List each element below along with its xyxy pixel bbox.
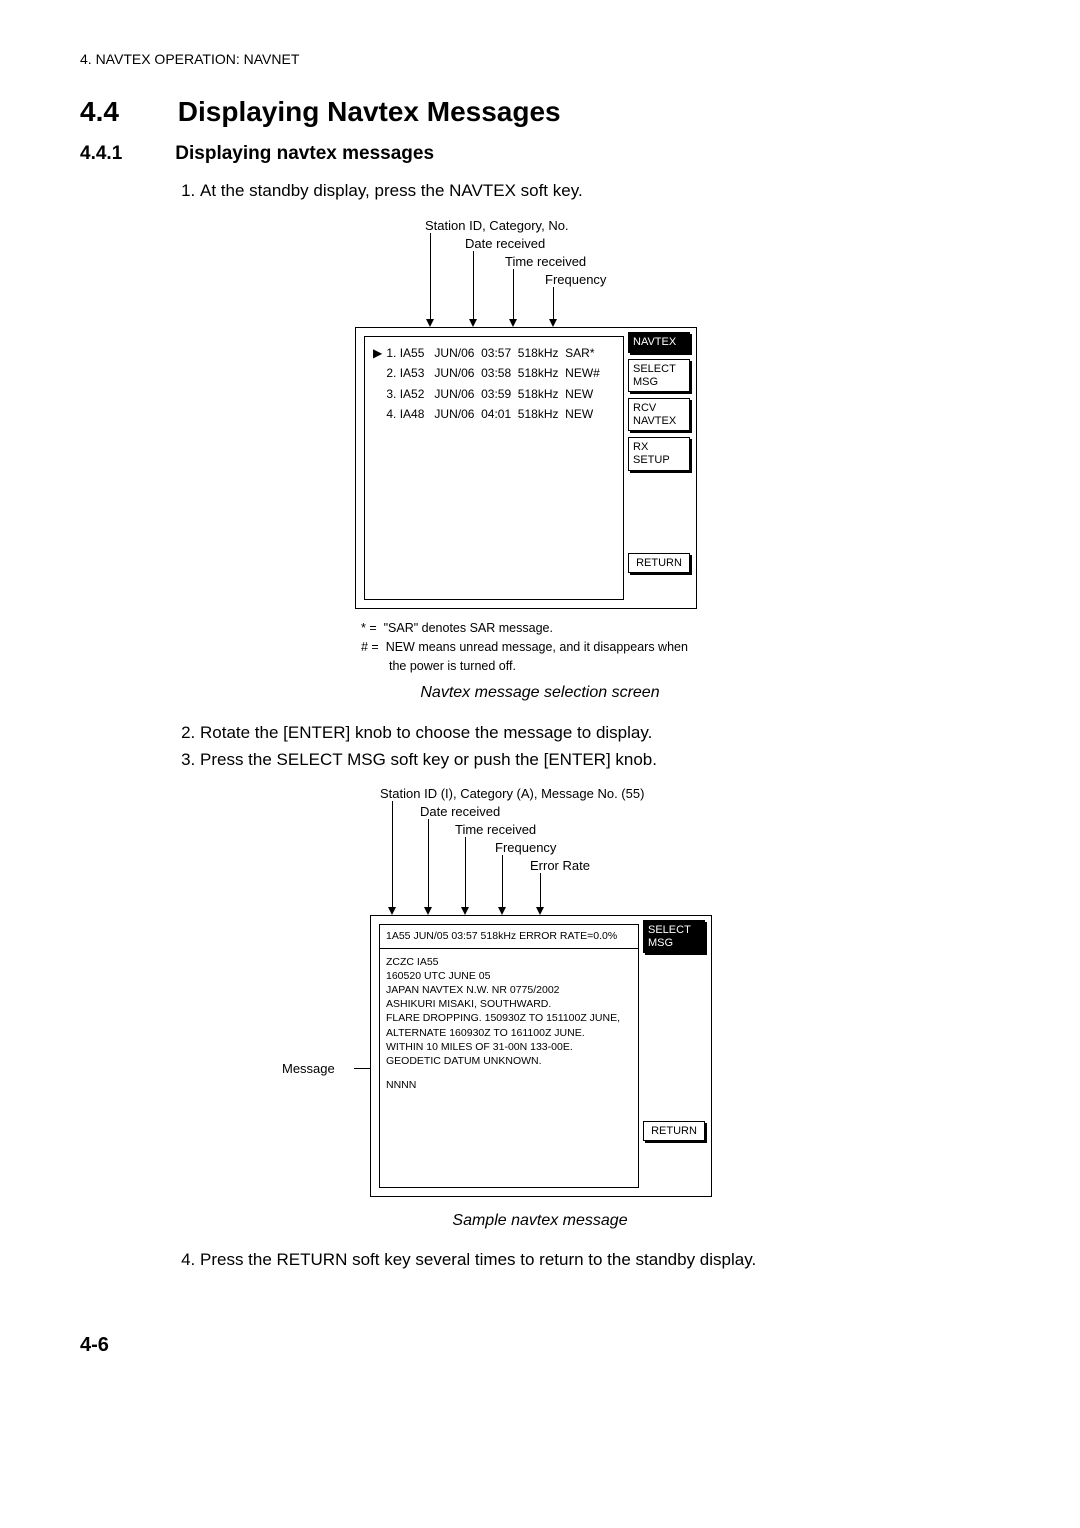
softkey-rx-setup[interactable]: RX SETUP <box>628 437 690 470</box>
row-tag: NEW <box>565 387 593 401</box>
msg-line: FLARE DROPPING. 150930Z TO 151100Z JUNE, <box>386 1011 632 1025</box>
row-date: JUN/06 <box>434 407 474 421</box>
steps-middle: Rotate the [ENTER] knob to choose the me… <box>80 722 1000 772</box>
callout-frequency: Frequency <box>495 839 556 857</box>
row-id: IA52 <box>400 387 425 401</box>
subsection-number: 4.4.1 <box>80 141 170 167</box>
steps-before-screen1: At the standby display, press the NAVTEX… <box>80 180 1000 203</box>
row-no: 3. <box>386 387 396 401</box>
steps-after-screen2: Press the RETURN soft key several times … <box>80 1249 1000 1272</box>
softkey-select-msg[interactable]: SELECT MSG <box>628 359 690 392</box>
row-id: IA53 <box>400 366 425 380</box>
page-number: 4-6 <box>80 1332 1000 1359</box>
row-id: IA55 <box>400 346 425 360</box>
caption-screen2: Sample navtex message <box>80 1210 1000 1232</box>
callout-time-received: Time received <box>505 253 586 271</box>
screen1-diagram: Station ID, Category, No. Date received … <box>355 217 725 675</box>
message-list: ▶ 1. IA55 JUN/06 03:57 518kHz SAR* 2. IA… <box>364 336 624 600</box>
callout-frequency: Frequency <box>545 271 606 289</box>
msg-line: 160520 UTC JUNE 05 <box>386 969 632 983</box>
softkey-column: NAVTEX SELECT MSG RCV NAVTEX RX SETUP RE… <box>628 332 690 579</box>
step-4: Press the RETURN soft key several times … <box>200 1249 1000 1272</box>
pointer-icon: ▶ <box>373 345 383 361</box>
row-id: IA48 <box>400 407 425 421</box>
row-tag: NEW# <box>565 366 600 380</box>
msg-line-blank <box>386 1068 632 1078</box>
row-freq: 518kHz <box>518 407 559 421</box>
callout-date-received: Date received <box>465 235 545 253</box>
row-freq: 518kHz <box>518 387 559 401</box>
msg-line: ALTERNATE 160930Z TO 161100Z JUNE. <box>386 1026 632 1040</box>
callout-station-id: Station ID, Category, No. <box>425 217 569 235</box>
message-body: ZCZC IA55 160520 UTC JUNE 05 JAPAN NAVTE… <box>380 949 638 1099</box>
msg-line: JAPAN NAVTEX N.W. NR 0775/2002 <box>386 983 632 997</box>
note-star-text: "SAR" denotes SAR message. <box>384 621 553 635</box>
section-number: 4.4 <box>80 93 170 131</box>
step-2: Rotate the [ENTER] knob to choose the me… <box>200 722 1000 745</box>
subsection-title: 4.4.1 Displaying navtex messages <box>80 141 1000 167</box>
message-label: Message <box>282 1060 335 1078</box>
row-tag: SAR* <box>565 346 594 360</box>
message-area: 1A55 JUN/05 03:57 518kHz ERROR RATE=0.0%… <box>379 924 639 1188</box>
callout-date-received: Date received <box>420 803 500 821</box>
section-title-text: Displaying Navtex Messages <box>178 96 561 127</box>
message-label-text: Message <box>282 1061 335 1076</box>
softkey-rcv-navtex[interactable]: RCV NAVTEX <box>628 398 690 431</box>
list-row-2: 2. IA53 JUN/06 03:58 518kHz NEW# <box>373 365 615 381</box>
softkey-column: SELECT MSG RETURN <box>643 920 705 1147</box>
row-date: JUN/06 <box>434 366 474 380</box>
callout-error-rate: Error Rate <box>530 857 590 875</box>
step-1: At the standby display, press the NAVTEX… <box>200 180 1000 203</box>
note-hash-text-line1: NEW means unread message, and it disappe… <box>386 640 688 654</box>
softkey-title-select-msg: SELECT MSG <box>643 920 705 952</box>
msg-line: NNNN <box>386 1078 632 1092</box>
row-no: 2. <box>386 366 396 380</box>
section-title: 4.4 Displaying Navtex Messages <box>80 93 1000 131</box>
navtex-message-screen: 1A55 JUN/05 03:57 518kHz ERROR RATE=0.0%… <box>370 915 712 1197</box>
msg-line: GEODETIC DATUM UNKNOWN. <box>386 1054 632 1068</box>
callout-time-received: Time received <box>455 821 536 839</box>
softkey-title-navtex: NAVTEX <box>628 332 690 353</box>
msg-line: ZCZC IA55 <box>386 955 632 969</box>
list-row-4: 4. IA48 JUN/06 04:01 518kHz NEW <box>373 406 615 422</box>
row-tag: NEW <box>565 407 593 421</box>
row-no: 4. <box>386 407 396 421</box>
subsection-title-text: Displaying navtex messages <box>175 143 434 164</box>
row-time: 03:57 <box>481 346 511 360</box>
row-time: 03:58 <box>481 366 511 380</box>
legend-notes: * = "SAR" denotes SAR message. # = NEW m… <box>355 619 701 675</box>
page-header: 4. NAVTEX OPERATION: NAVNET <box>80 50 1000 69</box>
caption-screen1: Navtex message selection screen <box>80 682 1000 704</box>
row-freq: 518kHz <box>518 366 559 380</box>
message-header-line: 1A55 JUN/05 03:57 518kHz ERROR RATE=0.0% <box>380 925 638 948</box>
softkey-return[interactable]: RETURN <box>643 1121 705 1142</box>
row-time: 04:01 <box>481 407 511 421</box>
note-hash-prefix: # = <box>361 640 379 654</box>
row-no: 1. <box>386 346 396 360</box>
row-date: JUN/06 <box>434 387 474 401</box>
screen2-diagram: Station ID (I), Category (A), Message No… <box>330 785 750 1197</box>
list-row-3: 3. IA52 JUN/06 03:59 518kHz NEW <box>373 386 615 402</box>
msg-line: WITHIN 10 MILES OF 31-00N 133-00E. <box>386 1040 632 1054</box>
softkey-return[interactable]: RETURN <box>628 553 690 574</box>
callout-station-cat-no: Station ID (I), Category (A), Message No… <box>380 785 644 803</box>
row-date: JUN/06 <box>434 346 474 360</box>
list-row-1: ▶ 1. IA55 JUN/06 03:57 518kHz SAR* <box>373 345 615 361</box>
step-3: Press the SELECT MSG soft key or push th… <box>200 749 1000 772</box>
navtex-selection-screen: ▶ 1. IA55 JUN/06 03:57 518kHz SAR* 2. IA… <box>355 327 697 609</box>
note-hash-text-line2: the power is turned off. <box>361 657 701 676</box>
msg-line: ASHIKURI MISAKI, SOUTHWARD. <box>386 997 632 1011</box>
row-freq: 518kHz <box>518 346 559 360</box>
note-star-prefix: * = <box>361 621 377 635</box>
row-time: 03:59 <box>481 387 511 401</box>
